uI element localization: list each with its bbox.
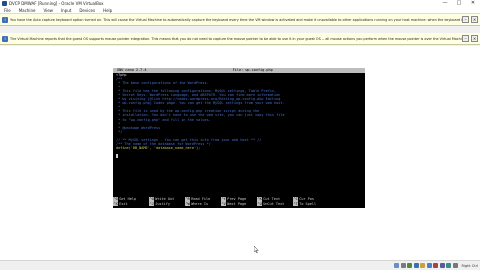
shortcut-label: UnCut Text [263,201,285,206]
shortcut-label: Exit [119,201,128,206]
shortcut-item: ^T To Spell [293,201,329,206]
cpu-icon[interactable] [439,263,445,268]
notice-text: The Virtual Machine reports that the gue… [10,36,462,41]
mouse-integration-icon[interactable] [446,263,452,268]
text-cursor [116,154,118,158]
mouse-integration-notice: i The Virtual Machine reports that the g… [0,33,480,45]
optical-icon[interactable] [400,263,406,268]
maximize-button[interactable]: □ [452,0,466,7]
nano-terminal[interactable]: GNU nano 2.7.4 File: wp-config.php <?php… [113,68,365,208]
shortcut-label: Justify [155,201,170,206]
notice-text: You have the Auto capture keyboard optio… [10,17,462,22]
menu-help[interactable]: Help [99,8,116,13]
close-button[interactable]: ✕ [466,0,480,7]
file-content[interactable]: <?php/** * The base configurations of th… [113,73,365,158]
shortcut-label: Next Page [227,201,247,206]
nano-shortcut-bar: ^G Get Help ^O Write Out ^R Read File ^Y Prev P… [113,197,365,206]
usb-icon[interactable] [407,263,413,268]
menu-input[interactable]: Input [57,8,75,13]
record-icon[interactable] [433,263,439,268]
keyboard-capture-notice: i You have the Auto capture keyboard opt… [0,14,480,26]
shared-folder-icon[interactable] [420,263,426,268]
menu-file[interactable]: File [0,8,15,13]
shortcut-label: To Spell [299,201,317,206]
shortcut-label: Where Is [191,201,209,206]
shortcut-item: ^X Exit [113,201,149,206]
info-icon: i [2,16,8,23]
shortcut-item: ^V Next Page [221,201,257,206]
editor-filename: File: wp-config.php [232,68,273,72]
notice-toggle-button[interactable]: – [462,16,469,23]
display-icon[interactable] [426,263,432,268]
menu-view[interactable]: View [39,8,57,13]
notice-close-button[interactable]: × [471,35,478,42]
menu-bar: File Machine View Input Devices Help [0,7,480,14]
virtualbox-icon [2,1,7,6]
notice-toggle-button[interactable]: – [462,35,469,42]
network-icon[interactable] [413,263,419,268]
mouse-pointer-icon [254,246,259,253]
notice-close-button[interactable]: × [471,16,478,23]
menu-devices[interactable]: Devices [75,8,99,13]
shortcut-item: ^W Where Is [185,201,221,206]
shortcut-item: ^U UnCut Text [257,201,293,206]
window-titlebar: DVCP DMWAF [Running] - Oracle VM Virtual… [0,0,480,7]
hdd-icon[interactable] [394,263,400,268]
info-icon: i [2,35,8,42]
host-key-label: Right Ctrl [461,263,478,268]
keyboard-icon[interactable] [452,263,458,268]
menu-machine[interactable]: Machine [15,8,40,13]
window-title: DVCP DMWAF [Running] - Oracle VM Virtual… [9,1,104,6]
status-bar: Right Ctrl [0,260,480,270]
shortcut-row: ^X Exit ^J Justify ^W Where Is ^V Next Page ^U Un… [113,201,365,206]
shortcut-item: ^J Justify [149,201,185,206]
minimize-button[interactable]: — [438,0,452,7]
